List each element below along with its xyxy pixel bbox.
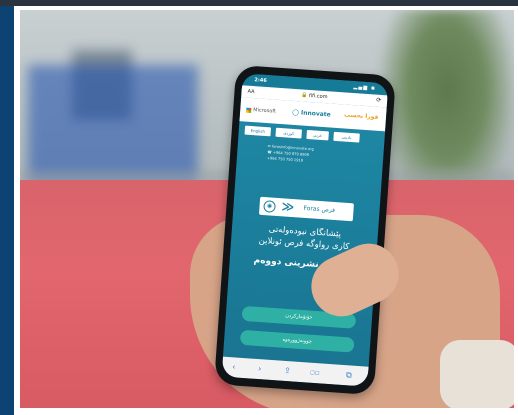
lang-badini-button[interactable]: بادینی (333, 131, 360, 143)
background-blue-sign (28, 65, 198, 185)
shirt-sleeve (440, 340, 514, 408)
reader-aa-icon[interactable]: AA (247, 86, 255, 98)
brand-chevron-icon: ≫ (281, 199, 295, 215)
lang-arabic-button[interactable]: عربي (306, 129, 329, 141)
brand-emblem-icon: ◉ (263, 200, 276, 213)
image-frame: 2:46 ▂▄▆ ◉ AA 🔒 fifi.com ⟳ Microsoft ◯ I… (0, 0, 518, 415)
top-border (0, 0, 518, 6)
url-text: 🔒 fifi.com (300, 92, 328, 101)
foras-brand-logo: ◉ ≫ Foras فرص (258, 196, 354, 222)
photo: 2:46 ▂▄▆ ◉ AA 🔒 fifi.com ⟳ Microsoft ◯ I… (20, 10, 514, 408)
tabs-icon[interactable]: ⧉ (345, 365, 352, 385)
microsoft-squares-icon (246, 107, 252, 113)
browser-toolbar: ‹ › ⇪ ▢▢ ⧉ (221, 356, 369, 387)
innovate-logo: ◯ Innovate (291, 108, 331, 119)
phone-screen: 2:46 ▂▄▆ ◉ AA 🔒 fifi.com ⟳ Microsoft ◯ I… (221, 73, 389, 387)
left-blue-panel (0, 6, 14, 415)
lang-english-button[interactable]: English (244, 125, 272, 137)
microsoft-logo: Microsoft (246, 107, 276, 116)
bookmarks-icon[interactable]: ▢▢ (309, 363, 320, 384)
status-time: 2:46 (254, 77, 267, 84)
lang-kurdish-button[interactable]: کوردی (275, 127, 302, 139)
partner-logo-right: فورا بحسب (343, 111, 379, 121)
forward-icon[interactable]: › (257, 359, 262, 379)
brand-name: Foras فرص (303, 204, 336, 215)
contact-info: ✉ forasinfo@innovate.org ☎ +964 750 879 … (267, 143, 358, 167)
share-icon[interactable]: ⇪ (283, 361, 291, 381)
back-icon[interactable]: ‹ (232, 357, 237, 377)
smartphone: 2:46 ▂▄▆ ◉ AA 🔒 fifi.com ⟳ Microsoft ◯ I… (214, 64, 396, 396)
login-button[interactable]: چوونەژوورەوە (239, 329, 355, 353)
refresh-icon[interactable]: ⟳ (376, 95, 382, 107)
